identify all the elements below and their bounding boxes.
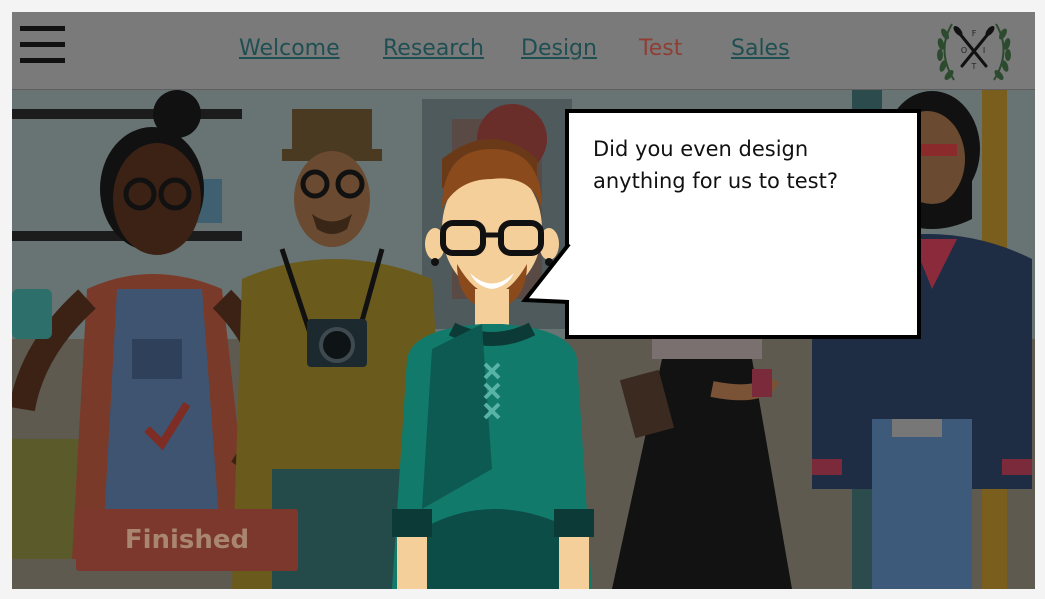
logo-letter-f: F [972,29,977,38]
logo-letter-i: I [983,46,985,55]
speech-bubble: Did you even design anything for us to t… [565,109,921,339]
logo-icon: F O I T [937,23,1011,81]
nav-research[interactable]: Research [383,36,484,61]
speech-bubble-tail [521,242,571,304]
nav-test[interactable]: Test [639,36,682,61]
logo-letter-o: O [961,46,967,55]
nav-welcome[interactable]: Welcome [239,36,340,61]
nav-sales[interactable]: Sales [731,36,790,61]
speech-bubble-text: Did you even design anything for us to t… [593,137,839,193]
nav-design[interactable]: Design [521,36,597,61]
top-navigation-bar: Welcome Research Design Test Sales F O I… [12,12,1035,90]
finished-button[interactable]: Finished [76,509,298,571]
main-nav: Welcome Research Design Test Sales [12,36,1035,66]
finished-button-label: Finished [124,525,250,555]
app-frame: Welcome Research Design Test Sales F O I… [12,12,1035,589]
logo-letter-t: T [971,62,977,71]
